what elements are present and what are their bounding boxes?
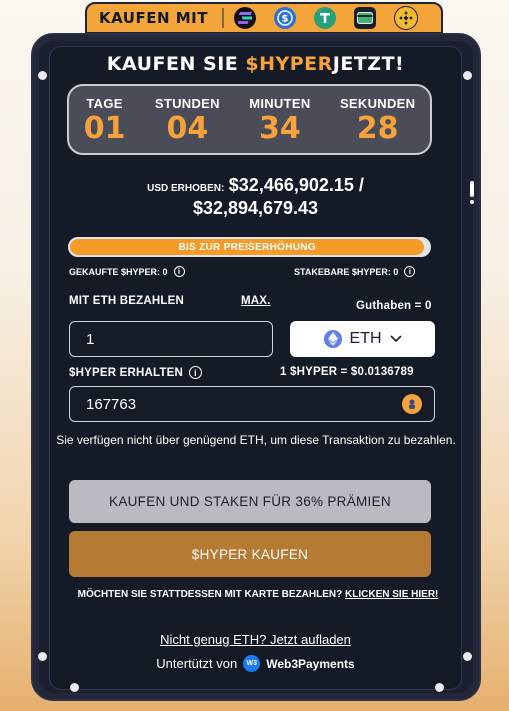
countdown-hours: STUNDEN 04 [155,96,220,145]
web3payments-icon: W3 [243,655,261,672]
bought-stat: GEKAUFTE $HYPER: 0 i [69,266,185,277]
countdown-label: TAGE [86,96,123,111]
card-payment-link[interactable]: KLICKEN SIE HIER! [345,589,438,600]
web3payments-brand: Web3Payments [266,656,355,671]
hyper-token-icon [402,394,422,414]
topup-link[interactable]: Nicht genug ETH? Jetzt aufladen [160,632,351,647]
title-token: $HYPER [245,53,333,75]
stakeable-stat: STAKEBARE $HYPER: 0 i [294,266,416,277]
countdown-label: MINUTEN [249,96,311,111]
countdown-label: STUNDEN [154,96,220,111]
balance-label: Guthaben = 0 [356,300,432,312]
receive-label-row: $HYPER ERHALTEN i [69,366,202,379]
countdown-seconds: SEKUNDEN 28 [340,96,415,145]
decorative-dot [463,71,472,80]
eth-amount-input[interactable]: 1 [69,321,273,357]
progress-label: BIS ZUR PREISERHÖHUNG [178,241,316,253]
currency-label: ETH [349,330,382,347]
powered-by: Untertützt von W3 Web3Payments [49,655,462,672]
hyper-amount-value: 167763 [86,395,137,413]
decorative-dot [435,683,444,692]
countdown-value: 28 [356,111,399,146]
max-button[interactable]: MAX. [241,295,271,307]
info-icon[interactable]: i [404,266,416,277]
payment-method-strip: KAUFEN MIT $ [85,2,443,34]
raised-target: $32,894,679.43 [192,198,319,218]
info-icon[interactable]: i [188,366,202,379]
decorative-dot [38,71,47,80]
side-notch-icon [470,181,474,205]
receive-label: $HYPER ERHALTEN [69,366,183,379]
decorative-dot [38,652,47,661]
buy-and-stake-button[interactable]: KAUFEN UND STAKEN FÜR 36% PRÄMIEN [69,480,431,523]
card-payment-prompt: MÖCHTEN SIE STATTDESSEN MIT KARTE BEZAHL… [60,588,456,602]
raised-amount: $32,466,902.15 / [228,175,364,195]
title-prefix: KAUFEN SIE [106,53,246,75]
raised-label: USD ERHOBEN: [147,183,225,194]
countdown-value: 04 [166,111,209,146]
card-payment-text: MÖCHTEN SIE STATTDESSEN MIT KARTE BEZAHL… [77,589,346,600]
decorative-dot [463,652,472,661]
countdown-minutes: MINUTEN 34 [249,96,310,145]
solana-icon[interactable] [233,7,256,29]
card-icon[interactable] [353,7,376,29]
bought-label: GEKAUFTE $HYPER: 0 [69,266,168,277]
countdown-label: SEKUNDEN [339,96,416,111]
chevron-down-icon [389,330,402,348]
svg-text:$: $ [281,14,288,25]
pay-with-eth-label: MIT ETH BEZAHLEN [69,295,184,307]
page-title: KAUFEN SIE $HYPERJETZT! [49,53,462,75]
divider [221,8,224,28]
pay-with-label: KAUFEN MIT [99,9,208,27]
currency-select[interactable]: ETH [290,321,435,357]
topup-row: Nicht genug ETH? Jetzt aufladen [49,632,462,647]
powered-by-label: Untertützt von [156,656,238,671]
title-suffix: JETZT! [332,53,405,75]
decorative-dot [70,683,79,692]
countdown-timer: TAGE 01 STUNDEN 04 MINUTEN 34 SEKUNDEN 2… [67,84,432,155]
insufficient-funds-notice: Sie verfügen nicht über genügend ETH, um… [56,433,456,447]
exchange-rate: 1 $HYPER = $0.0136789 [280,366,414,378]
stakeable-label: STAKEBARE $HYPER: 0 [294,266,399,277]
bnb-icon[interactable] [393,6,418,30]
eth-icon [323,330,342,348]
usdc-icon[interactable]: $ [273,7,296,29]
presale-progress-bar: BIS ZUR PREISERHÖHUNG [68,237,431,257]
countdown-value: 34 [258,111,301,146]
info-icon[interactable]: i [173,266,185,277]
hyper-amount-input[interactable]: 167763 [69,386,435,422]
countdown-value: 01 [83,111,126,146]
tether-icon[interactable] [313,7,336,29]
progress-fill: BIS ZUR PREISERHÖHUNG [70,239,425,255]
eth-amount-value: 1 [86,330,95,348]
buy-hyper-button[interactable]: $HYPER KAUFEN [69,531,431,577]
countdown-days: TAGE 01 [84,96,126,145]
amount-raised: USD ERHOBEN: $32,466,902.15 / $32,894,67… [49,175,462,219]
